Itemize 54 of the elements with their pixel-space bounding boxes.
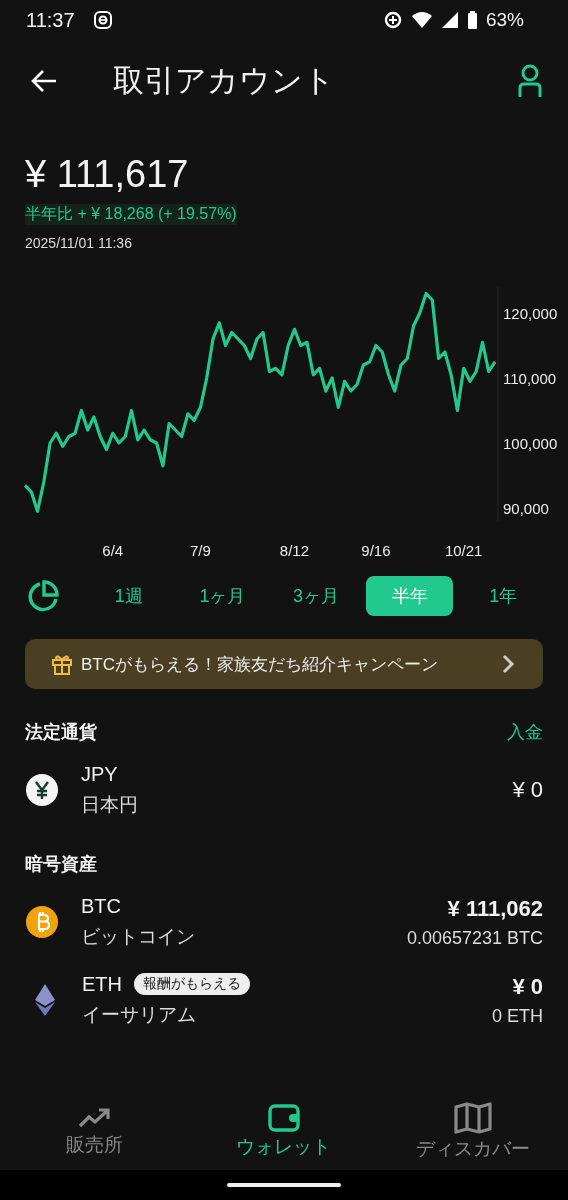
nav-tab[interactable]: 販売所 — [0, 1094, 190, 1170]
asset-value: ¥ 0 — [512, 777, 543, 803]
campaign-banner[interactable]: BTCがもらえる！家族友だち紹介キャンペーン — [25, 639, 543, 689]
back-arrow-icon[interactable] — [30, 69, 58, 93]
gift-icon — [51, 653, 73, 675]
asset-name: ビットコイン — [81, 924, 195, 949]
account-icon[interactable] — [518, 64, 542, 98]
nav-tab[interactable]: ウォレット — [189, 1094, 379, 1170]
section-title: 法定通貨 — [25, 721, 97, 744]
wallet-icon — [267, 1104, 301, 1132]
status-time: 11:37 — [26, 8, 75, 32]
period-tab[interactable]: 1年 — [459, 576, 547, 616]
trend-up-icon — [77, 1106, 112, 1130]
yen-coin-icon — [25, 773, 59, 807]
x-axis-label: 8/12 — [279, 542, 310, 559]
balance-amount: ¥ 111,617 — [25, 152, 189, 197]
asset-value: ¥ 111,062 — [447, 895, 543, 922]
ethereum-icon — [33, 983, 57, 1017]
y-axis-label: 100,000 — [503, 435, 558, 452]
x-axis-label: 10/21 — [444, 542, 483, 559]
section-title: 暗号資産 — [25, 853, 97, 876]
page-title: 取引アカウント — [113, 62, 335, 100]
asset-amount: 0.00657231 BTC — [406, 927, 543, 949]
change-summary: 半年比 + ¥ 18,268 (+ 19.57%) — [25, 204, 237, 225]
asset-value: ¥ 0 — [512, 973, 543, 1000]
signal-icon — [440, 11, 459, 29]
wifi-icon — [410, 11, 433, 29]
app-notification-icon — [92, 10, 113, 30]
y-axis-label: 110,000 — [503, 370, 557, 387]
deposit-link[interactable]: 入金 — [507, 720, 543, 744]
map-icon — [453, 1102, 494, 1134]
battery-icon — [466, 10, 478, 30]
asset-code: ETH — [82, 972, 122, 996]
x-axis-label: 6/4 — [102, 542, 124, 559]
y-axis-label: 120,000 — [503, 305, 558, 322]
asset-name: 日本円 — [81, 792, 138, 817]
pie-chart-icon[interactable] — [26, 579, 60, 613]
asset-code: JPY — [81, 762, 118, 786]
asset-amount: 0 ETH — [492, 1005, 543, 1027]
bitcoin-icon — [25, 905, 59, 939]
y-axis-label: 90,000 — [503, 500, 549, 517]
asset-name: イーサリアム — [82, 1002, 197, 1027]
chevron-right-icon — [501, 653, 515, 675]
x-axis-label: 9/16 — [361, 542, 391, 559]
period-tab[interactable]: 3ヶ月 — [272, 576, 360, 616]
data-saver-icon — [382, 10, 403, 30]
asset-code: BTC — [81, 894, 121, 918]
nav-tab[interactable]: ディスカバー — [378, 1094, 568, 1170]
timestamp: 2025/11/01 11:36 — [25, 235, 132, 251]
reward-badge: 報酬がもらえる — [134, 973, 250, 995]
period-tab[interactable]: 1ヶ月 — [178, 576, 267, 616]
battery-percent: 63% — [485, 9, 524, 31]
x-axis-label: 7/9 — [190, 542, 211, 559]
period-tab[interactable]: 1週 — [85, 576, 173, 616]
